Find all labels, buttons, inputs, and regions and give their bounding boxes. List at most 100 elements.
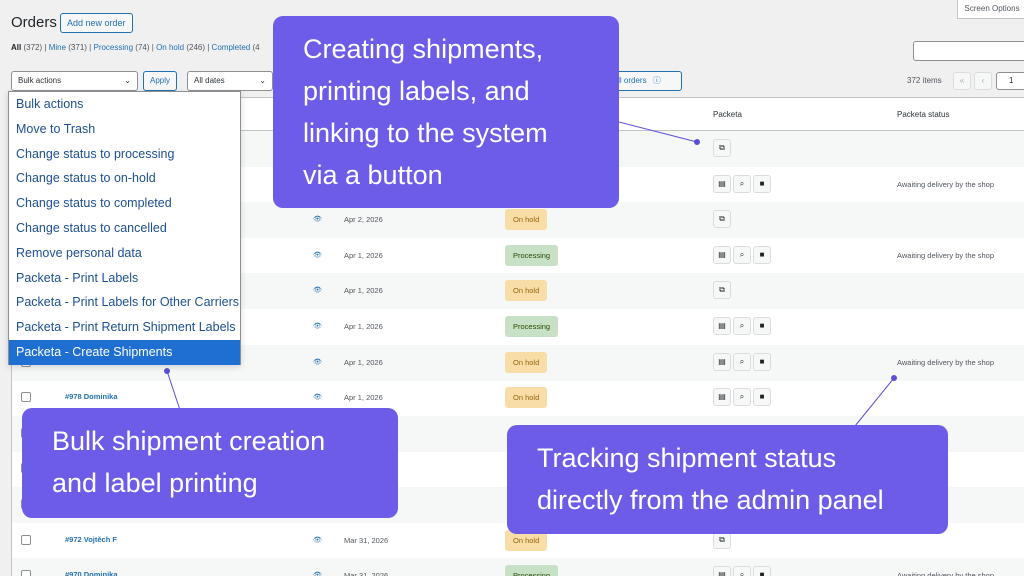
eye-icon[interactable]: 👁	[313, 358, 322, 366]
column-packeta-status[interactable]: Packeta status	[897, 110, 949, 119]
bulk-action-option[interactable]: Move to Trash	[9, 117, 240, 142]
order-date: Apr 1, 2026	[344, 286, 383, 296]
eye-icon[interactable]: 👁	[313, 286, 322, 294]
bulk-action-option[interactable]: Change status to cancelled	[9, 216, 240, 241]
filter-on-hold[interactable]: On hold	[156, 43, 184, 52]
apply-button[interactable]: Apply	[143, 71, 178, 91]
filter-all-count: (372)	[23, 43, 43, 52]
status-badge: On hold	[505, 280, 548, 302]
order-link[interactable]: #978 Dominika	[65, 392, 118, 401]
status-badge: On hold	[505, 351, 548, 373]
bulk-action-option[interactable]: Bulk actions	[9, 92, 240, 117]
packeta-actions: ⧉	[713, 281, 731, 300]
row-checkbox[interactable]	[21, 392, 31, 403]
callout-bulk-creation: Bulk shipment creation and label printin…	[22, 408, 398, 518]
prev-page-button[interactable]: ‹	[974, 72, 992, 90]
label-document-icon[interactable]: ▤	[713, 245, 731, 264]
bulk-action-option[interactable]: Remove personal data	[9, 241, 240, 266]
bulk-action-option[interactable]: Change status to completed	[9, 191, 240, 216]
search-icon[interactable]: ⌕	[733, 317, 751, 335]
label-document-icon[interactable]: ▤	[713, 566, 731, 576]
status-badge: Processing	[505, 316, 559, 337]
packeta-actions: ▤ ⌕ ■	[713, 245, 771, 264]
chevron-down-icon: ⌄	[124, 76, 131, 85]
filter-mine-count: (371)	[68, 43, 87, 52]
trash-icon[interactable]: ■	[753, 245, 771, 264]
order-link[interactable]: #970 Dominika	[65, 570, 118, 576]
label-document-icon[interactable]: ▤	[713, 317, 731, 335]
trash-icon[interactable]: ■	[753, 317, 771, 335]
packeta-actions: ▤ ⌕ ■	[713, 317, 771, 335]
status-badge: Processing	[505, 244, 559, 266]
filter-processing[interactable]: Processing	[93, 43, 133, 52]
trash-icon[interactable]: ■	[753, 352, 771, 371]
search-icon[interactable]: ⌕	[733, 566, 751, 576]
bulk-action-option[interactable]: Packeta - Print Labels for Other Carrier…	[9, 290, 240, 315]
label-document-icon[interactable]: ▤	[713, 352, 731, 371]
search-icon[interactable]: ⌕	[733, 352, 751, 371]
search-icon[interactable]: ⌕	[733, 174, 751, 193]
search-input[interactable]	[913, 41, 1024, 61]
bulk-action-option[interactable]: Packeta - Print Return Shipment Labels	[9, 315, 240, 340]
callout-shipments-labels: Creating shipments, printing labels, and…	[273, 16, 619, 208]
status-badge: On hold	[505, 209, 548, 231]
dates-select[interactable]: All dates ⌄	[187, 71, 273, 91]
current-page-input[interactable]: 1	[996, 72, 1024, 90]
order-date: Apr 1, 2026	[344, 322, 383, 331]
bulk-action-option[interactable]: Change status to on-hold	[9, 166, 240, 191]
packeta-actions: ▤ ⌕ ■	[713, 566, 771, 576]
trash-icon[interactable]: ■	[753, 174, 771, 193]
order-date: Apr 1, 2026	[344, 250, 383, 260]
search-icon[interactable]: ⌕	[733, 388, 751, 407]
trash-icon[interactable]: ■	[753, 566, 771, 576]
dates-value: All dates	[194, 76, 225, 85]
packeta-actions: ▤ ⌕ ■	[713, 174, 771, 193]
first-page-button[interactable]: «	[953, 72, 971, 90]
filter-on-hold-count: (246)	[186, 43, 206, 52]
page-title: Orders	[11, 14, 57, 31]
filter-completed-count: (4	[252, 43, 260, 52]
connector-dot-left	[164, 368, 170, 374]
bulk-action-option[interactable]: Packeta - Create Shipments	[9, 339, 240, 365]
row-checkbox[interactable]	[21, 534, 31, 545]
packeta-status: Awaiting delivery by the shop	[897, 179, 995, 189]
order-date: Mar 31, 2026	[344, 571, 389, 576]
trash-icon[interactable]: ■	[753, 388, 771, 407]
add-new-order-button[interactable]: Add new order	[60, 13, 133, 33]
external-link-icon[interactable]: ⧉	[713, 210, 731, 229]
items-count: 372 items	[907, 76, 942, 85]
filter-completed[interactable]: Completed	[212, 43, 251, 52]
label-document-icon[interactable]: ▤	[713, 388, 731, 407]
filter-mine[interactable]: Mine	[49, 43, 66, 52]
bulk-actions-select[interactable]: Bulk actions ⌄	[11, 71, 138, 91]
bulk-action-option[interactable]: Packeta - Print Labels	[9, 266, 240, 291]
screen-options-button[interactable]: Screen Options	[957, 0, 1024, 19]
eye-icon[interactable]: 👁	[313, 322, 322, 330]
row-checkbox[interactable]	[21, 570, 31, 576]
eye-icon[interactable]: 👁	[313, 536, 322, 544]
table-row: #970 Dominika 👁 Mar 31, 2026 Processing ▤ ⌕…	[12, 558, 1024, 576]
order-date: Apr 2, 2026	[344, 215, 383, 225]
external-link-icon[interactable]: ⧉	[713, 281, 731, 300]
bulk-action-option[interactable]: Change status to processing	[9, 142, 240, 167]
chevron-down-icon: ⌄	[259, 76, 266, 85]
status-badge: Processing	[505, 565, 559, 576]
filter-processing-count: (74)	[135, 43, 150, 52]
eye-icon[interactable]: 👁	[313, 571, 322, 576]
column-packeta[interactable]: Packeta	[713, 110, 742, 119]
packeta-status: Awaiting delivery by the shop	[897, 250, 995, 260]
order-link[interactable]: #972 Vojtěch F	[65, 535, 117, 544]
label-document-icon[interactable]: ▤	[713, 174, 731, 193]
filter-all[interactable]: All	[11, 43, 21, 52]
eye-icon[interactable]: 👁	[313, 393, 322, 401]
callout-tracking-status: Tracking shipment status directly from t…	[507, 425, 948, 534]
packeta-actions: ⧉	[713, 139, 731, 157]
external-link-icon[interactable]: ⧉	[713, 139, 731, 157]
packeta-actions: ▤ ⌕ ■	[713, 388, 771, 407]
eye-icon[interactable]: 👁	[313, 215, 322, 223]
packeta-actions: ▤ ⌕ ■	[713, 352, 771, 371]
search-icon[interactable]: ⌕	[733, 245, 751, 264]
eye-icon[interactable]: 👁	[313, 251, 322, 259]
status-filter-links: All (372) | Mine (371) | Processing (74)…	[11, 43, 260, 52]
order-date: Apr 1, 2026	[344, 357, 383, 367]
